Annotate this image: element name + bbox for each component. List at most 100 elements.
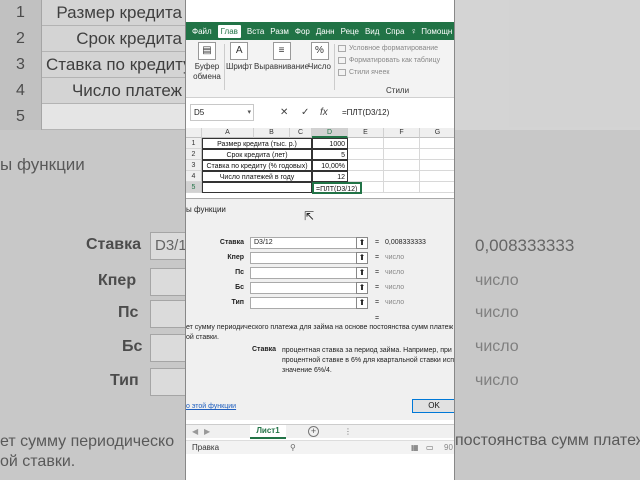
table-cell[interactable]	[384, 138, 420, 149]
table-cell[interactable]	[420, 138, 454, 149]
row-header[interactable]: 4	[186, 171, 202, 182]
name-box[interactable]: D5 ▾	[190, 104, 254, 121]
conditional-formatting-button[interactable]: Условное форматирование	[338, 43, 440, 55]
zoom-level[interactable]: 90	[444, 441, 453, 455]
tab-data[interactable]: Данн	[316, 27, 335, 36]
tab-view[interactable]: Вид	[365, 27, 379, 36]
normal-view-icon[interactable]: ▦	[411, 441, 419, 455]
column-header[interactable]: D	[312, 128, 348, 138]
add-sheet-button[interactable]: +	[308, 426, 319, 437]
lightbulb-icon[interactable]: ♀	[410, 26, 417, 36]
number-label: Число	[308, 62, 332, 71]
table-icon	[338, 56, 346, 64]
table-cell[interactable]	[384, 149, 420, 160]
ok-button[interactable]: OK	[412, 399, 454, 413]
function-description: ет сумму периодического платежа для займ…	[186, 323, 454, 343]
table-cell[interactable]: 12	[312, 171, 348, 182]
alignment-group[interactable]: ≡ Выравнивание	[254, 42, 309, 72]
tab-page-layout[interactable]: Разм	[270, 27, 289, 36]
mouse-cursor-icon: ⇱	[304, 209, 315, 223]
table-cell[interactable]: Число платежей в году	[202, 171, 312, 182]
column-header[interactable]: G	[420, 128, 454, 138]
arg-input-fv[interactable]	[250, 282, 360, 294]
tab-help[interactable]: Спра	[385, 27, 404, 36]
arg-result-pv: число	[385, 269, 405, 276]
column-header[interactable]: C	[290, 128, 312, 138]
equals-sign: =	[375, 254, 380, 261]
table-cell[interactable]	[420, 149, 454, 160]
formula-input[interactable]: =ПЛТ(D3/12)	[342, 104, 389, 121]
table-cell[interactable]: 10,00%	[312, 160, 348, 171]
row-header[interactable]: 3	[186, 160, 202, 171]
table-cell[interactable]	[384, 182, 420, 193]
cell-styles-label: Стили ячеек	[349, 69, 390, 76]
collapse-icon[interactable]: ⬆	[356, 252, 368, 264]
table-cell[interactable]: 5	[312, 149, 348, 160]
status-bar: Правка ⚲ ▦ ▭ 90	[186, 440, 454, 455]
function-arguments-dialog: ы функции ⇱ Ставка D3/12 ⬆ = 0,008333333…	[186, 198, 454, 420]
tab-insert[interactable]: Вста	[247, 27, 264, 36]
collapse-icon[interactable]: ⬆	[356, 267, 368, 279]
table-cell[interactable]	[362, 182, 384, 193]
arg-result-type: число	[385, 299, 405, 306]
arg-label-rate: Ставка	[219, 239, 244, 246]
cell-styles-button[interactable]: Стили ячеек	[338, 67, 440, 79]
arg-label-pv: Пс	[235, 269, 244, 276]
table-cell[interactable]	[348, 138, 384, 149]
scroll-left-icon[interactable]: ◀	[192, 425, 198, 439]
insert-function-icon[interactable]: fx	[320, 104, 328, 121]
page-layout-icon[interactable]: ▭	[426, 441, 434, 455]
tab-assistant[interactable]: Помощн	[421, 27, 452, 36]
column-header[interactable]: B	[254, 128, 290, 138]
clipboard-group[interactable]: ▤ Буфер обмена	[192, 42, 222, 82]
column-header[interactable]: E	[348, 128, 384, 138]
collapse-icon[interactable]: ⬆	[356, 282, 368, 294]
tab-home[interactable]: Глав	[217, 24, 241, 38]
column-header[interactable]: A	[202, 128, 254, 138]
row-header[interactable]: 5	[186, 182, 202, 193]
table-cell[interactable]: Срок кредита (лет)	[202, 149, 312, 160]
table-cell[interactable]	[384, 171, 420, 182]
table-cell[interactable]	[420, 160, 454, 171]
accessibility-icon[interactable]: ⚲	[290, 441, 296, 455]
tab-file[interactable]: Файл	[192, 27, 212, 36]
table-cell[interactable]: Размер кредита (тыс. р.)	[202, 138, 312, 149]
argument-help-title: Ставка	[252, 346, 277, 353]
arg-input-pv[interactable]	[250, 267, 360, 279]
column-header[interactable]: F	[384, 128, 420, 138]
more-icon[interactable]: ⋮	[344, 425, 352, 439]
table-cell[interactable]	[348, 171, 384, 182]
active-cell[interactable]: =ПЛТ(D3/12)	[312, 182, 362, 194]
row-header[interactable]: 2	[186, 149, 202, 160]
table-cell[interactable]	[384, 160, 420, 171]
format-as-table-button[interactable]: Форматировать как таблицу	[338, 55, 440, 67]
collapse-icon[interactable]: ⬆	[356, 237, 368, 249]
table-cell[interactable]	[420, 171, 454, 182]
row-header[interactable]: 1	[186, 138, 202, 149]
table-cell[interactable]	[202, 182, 312, 193]
scroll-right-icon[interactable]: ▶	[204, 425, 210, 439]
sheet-tab-list1[interactable]: Лист1	[250, 425, 286, 439]
excel-window: Файл Глав Вста Разм Фор Данн Реце Вид Сп…	[185, 0, 455, 480]
table-cell[interactable]: 1000	[312, 138, 348, 149]
enter-icon[interactable]: ✓	[301, 104, 309, 121]
table-cell[interactable]	[420, 182, 454, 193]
clipboard-icon: ▤	[198, 42, 216, 60]
number-group[interactable]: % Число	[308, 42, 331, 72]
equals-sign: =	[375, 284, 380, 291]
arg-input-type[interactable]	[250, 297, 360, 309]
arg-input-rate[interactable]: D3/12	[250, 237, 360, 249]
cancel-icon[interactable]: ✕	[280, 104, 288, 121]
table-cell[interactable]: Ставка по кредиту (% годовых)	[202, 160, 312, 171]
select-all-corner[interactable]	[186, 128, 202, 138]
table-cell[interactable]	[348, 160, 384, 171]
collapse-icon[interactable]: ⬆	[356, 297, 368, 309]
table-cell[interactable]	[348, 149, 384, 160]
font-group[interactable]: A Шрифт	[226, 42, 252, 72]
tab-formulas[interactable]: Фор	[295, 27, 310, 36]
arg-input-nper[interactable]	[250, 252, 360, 264]
tab-review[interactable]: Реце	[341, 27, 359, 36]
function-help-link[interactable]: о этой функции	[186, 403, 236, 410]
window-bottom	[186, 454, 454, 480]
format-table-label: Форматировать как таблицу	[349, 57, 441, 64]
